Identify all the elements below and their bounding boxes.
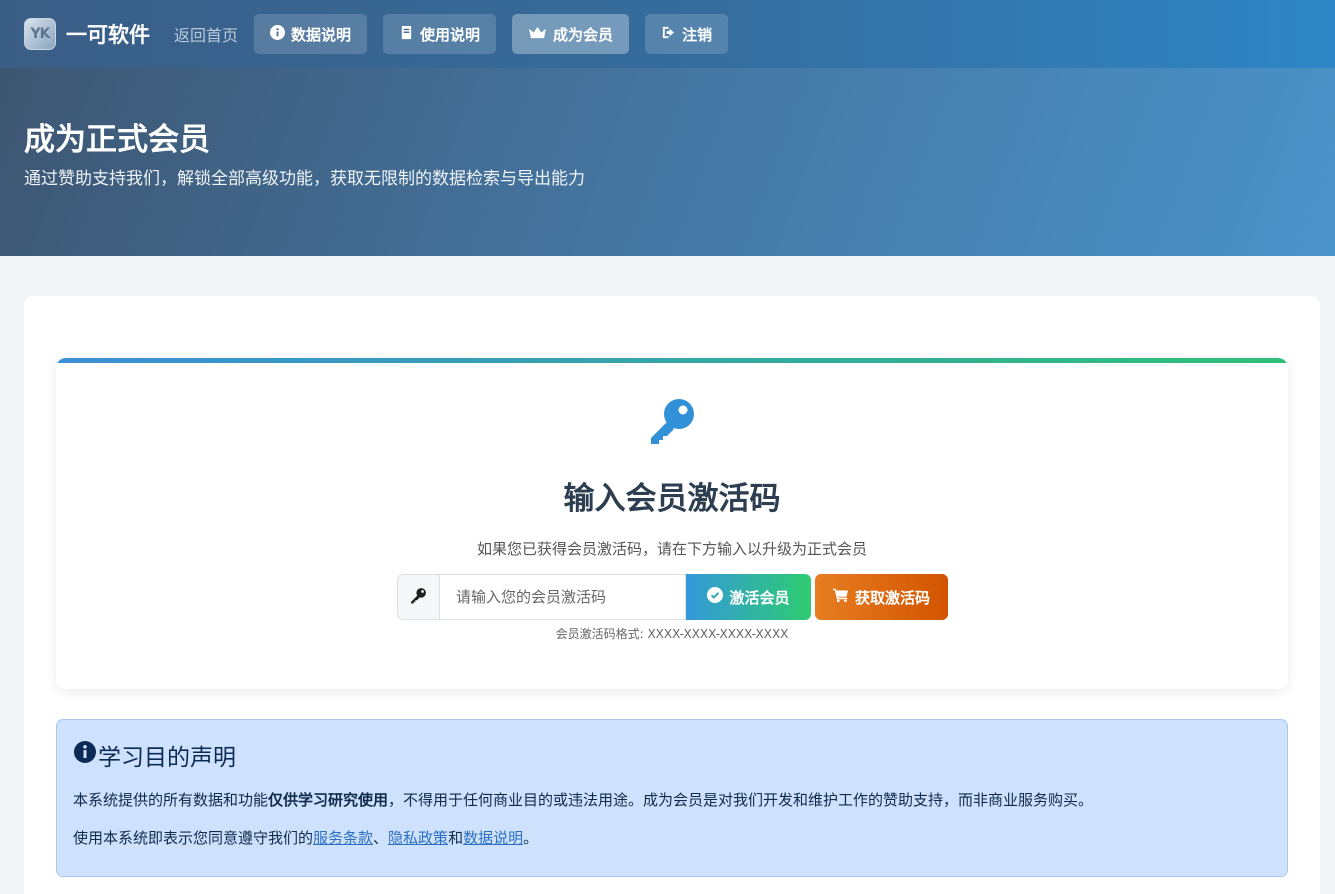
activate-member-button[interactable]: 激活会员 — [686, 574, 811, 620]
top-navbar: YK 一可软件 返回首页 数据说明 使用说明 成为会员 注销 — [0, 0, 1335, 68]
privacy-policy-link[interactable]: 隐私政策 — [388, 829, 448, 847]
key-icon — [56, 395, 1288, 451]
notice-text: 使用本系统即表示您同意遵守我们的 — [73, 829, 314, 847]
nav-usage-guide-label: 使用说明 — [420, 25, 481, 44]
notice-paragraph-1: 本系统提供的所有数据和功能仅供学习研究使用，不得用于任何商业目的或违法用途。成为… — [73, 788, 1271, 812]
home-link[interactable]: 返回首页 — [174, 22, 238, 46]
hero-banner: 成为正式会员 通过赞助支持我们，解锁全部高级功能，获取无限制的数据检索与导出能力 — [0, 68, 1335, 256]
nav-become-member-button[interactable]: 成为会员 — [512, 14, 630, 54]
shopping-cart-icon — [832, 587, 849, 607]
info-circle-icon — [270, 24, 286, 44]
notice-bold-text: 仅供学习研究使用 — [268, 791, 389, 809]
activation-subtitle: 如果您已获得会员激活码，请在下方输入以升级为正式会员 — [476, 540, 867, 558]
notice-text: 、 — [373, 829, 389, 847]
nav-data-info-button[interactable]: 数据说明 — [254, 14, 368, 54]
code-format-hint: 会员激活码格式: XXXX-XXXX-XXXX-XXXX — [555, 627, 789, 641]
page-title: 成为正式会员 — [24, 122, 210, 158]
notice-text: 。 — [523, 829, 539, 847]
notice-text: ，不得用于任何商业目的或违法用途。成为会员是对我们开发和维护工作的赞助支持，而非… — [388, 791, 1094, 809]
activation-title: 输入会员激活码 — [563, 481, 781, 517]
info-circle-icon — [73, 740, 98, 770]
nav-data-info-label: 数据说明 — [291, 25, 352, 44]
key-icon — [410, 587, 427, 608]
notice-paragraph-2: 使用本系统即表示您同意遵守我们的服务条款、隐私政策和数据说明。 — [73, 826, 1271, 850]
main-content: 输入会员激活码 如果您已获得会员激活码，请在下方输入以升级为正式会员 激活会员 … — [24, 296, 1320, 894]
page-subtitle: 通过赞助支持我们，解锁全部高级功能，获取无限制的数据检索与导出能力 — [24, 169, 585, 189]
activate-member-label: 激活会员 — [729, 588, 790, 607]
input-prefix — [397, 574, 439, 620]
nav-logout-button[interactable]: 注销 — [645, 14, 729, 54]
sign-out-icon — [661, 25, 676, 44]
notice-text: 和 — [448, 829, 464, 847]
notice-title-text: 学习目的声明 — [98, 745, 236, 771]
get-activation-code-button[interactable]: 获取激活码 — [815, 574, 948, 620]
notice-text: 本系统提供的所有数据和功能 — [73, 791, 269, 809]
nav-logout-label: 注销 — [682, 25, 713, 44]
brand-name[interactable]: 一可软件 — [66, 19, 150, 49]
check-circle-icon — [707, 587, 724, 607]
get-activation-code-label: 获取激活码 — [854, 588, 930, 607]
terms-of-service-link[interactable]: 服务条款 — [313, 829, 373, 847]
card-gradient-bar — [56, 358, 1288, 363]
app-logo[interactable]: YK — [24, 18, 56, 50]
notice-title: 学习目的声明 — [73, 738, 1271, 772]
book-icon — [399, 25, 414, 44]
crown-icon — [528, 25, 547, 44]
activation-form: 激活会员 获取激活码 — [397, 574, 948, 620]
data-info-link[interactable]: 数据说明 — [463, 829, 523, 847]
nav-usage-guide-button[interactable]: 使用说明 — [383, 14, 497, 54]
nav-become-member-label: 成为会员 — [553, 25, 614, 44]
activation-code-input[interactable] — [439, 574, 686, 620]
activation-card: 输入会员激活码 如果您已获得会员激活码，请在下方输入以升级为正式会员 激活会员 … — [56, 358, 1288, 689]
study-purpose-notice: 学习目的声明 本系统提供的所有数据和功能仅供学习研究使用，不得用于任何商业目的或… — [56, 719, 1288, 877]
